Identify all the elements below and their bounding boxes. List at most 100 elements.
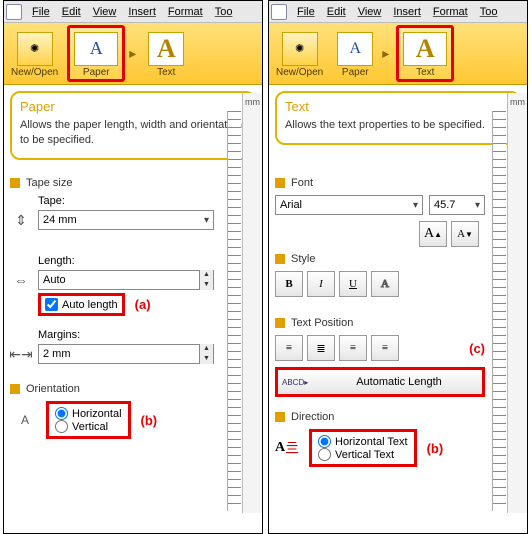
menu-tools-r[interactable]: Too [474, 6, 504, 18]
ribbon-text-r[interactable]: A Text [396, 25, 454, 82]
auto-length-checkbox[interactable] [45, 298, 58, 311]
length-label: Length: [38, 255, 214, 267]
menu-view[interactable]: View [87, 6, 123, 18]
length-spin-buttons[interactable]: ▲▼ [199, 270, 213, 290]
tape-value: 24 mm [43, 214, 77, 226]
tape-dropdown[interactable]: 24 mm [38, 210, 214, 230]
text-info-title: Text [285, 99, 511, 114]
menu-edit-r[interactable]: Edit [321, 6, 352, 18]
menu-file[interactable]: File [26, 6, 56, 18]
ruler [227, 111, 241, 511]
text-icon-r: A [403, 32, 447, 66]
align-left-button[interactable]: ≡ [275, 335, 303, 361]
direction-vertical-label: Vertical Text [335, 449, 394, 461]
font-size-value: 45.7 [434, 199, 455, 211]
automatic-length-icon: ABCD▸ [278, 378, 316, 387]
align-justify-button[interactable]: ≡ [371, 335, 399, 361]
menu-bar: File Edit View Insert Format Too [4, 1, 262, 23]
menu-view-r[interactable]: View [352, 6, 388, 18]
note-a: (a) [135, 297, 151, 312]
direction-hdr: Direction [275, 411, 485, 423]
decrease-font-button[interactable]: A▼ [451, 221, 479, 247]
unit-label: mm [243, 97, 262, 107]
length-icon: ⇔ [10, 272, 32, 288]
ribbon-paper-label: Paper [83, 67, 110, 78]
margins-value: 2 mm [43, 348, 71, 360]
automatic-length-label: Automatic Length [316, 376, 482, 388]
tape-size-hdr: Tape size [10, 177, 214, 189]
orientation-vertical-radio[interactable] [55, 420, 68, 433]
ribbon-newopen-r[interactable]: ✺ New/Open [271, 25, 328, 82]
text-icon: A [148, 32, 184, 66]
paper-info: Paper Allows the paper length, width and… [10, 91, 256, 160]
orientation-hdr: Orientation [10, 383, 214, 395]
font-label: Font [291, 177, 313, 189]
underline-button[interactable]: U [339, 271, 367, 297]
length-value: Auto [43, 274, 66, 286]
orientation-highlight: Horizontal Vertical [46, 401, 131, 439]
direction-highlight: Horizontal Text Vertical Text [309, 429, 417, 467]
text-info-desc: Allows the text properties to be specifi… [285, 118, 511, 133]
ribbon-paper-label-r: Paper [342, 67, 369, 78]
font-hdr: Font [275, 177, 485, 189]
length-spinner[interactable]: Auto ▲▼ [38, 270, 214, 290]
orientation-vertical-label: Vertical [72, 421, 108, 433]
direction-horizontal-label: Horizontal Text [335, 436, 408, 448]
bold-button[interactable]: B [275, 271, 303, 297]
margins-spinner[interactable]: 2 mm ▲▼ [38, 344, 214, 364]
paper-icon: A [74, 32, 118, 66]
paper-icon-r: A [337, 32, 373, 66]
auto-length-label: Auto length [62, 299, 118, 311]
align-right-button[interactable]: ≡ [339, 335, 367, 361]
increase-font-button[interactable]: A▲ [419, 221, 447, 247]
margins-spin-buttons[interactable]: ▲▼ [199, 344, 213, 364]
newopen-icon-r: ✺ [282, 32, 318, 66]
menu-insert-r[interactable]: Insert [387, 6, 427, 18]
ribbon-paper-r[interactable]: A Paper [332, 25, 378, 82]
align-center-button[interactable]: ≣ [307, 335, 335, 361]
menu-bar-r: File Edit View Insert Format Too [269, 1, 527, 23]
style-label: Style [291, 253, 315, 265]
italic-button[interactable]: I [307, 271, 335, 297]
text-info: Text Allows the text properties to be sp… [275, 91, 521, 145]
direction-label: Direction [291, 411, 334, 423]
text-position-hdr: Text Position [275, 317, 485, 329]
unit-gutter-r: mm [507, 93, 527, 513]
tape-label: Tape: [38, 195, 214, 207]
paper-info-title: Paper [20, 99, 246, 114]
ribbon-newopen-label: New/Open [11, 67, 58, 78]
app-icon [6, 4, 22, 20]
font-name-dropdown[interactable]: Arial [275, 195, 423, 215]
automatic-length-button[interactable]: ABCD▸ Automatic Length [275, 367, 485, 397]
ruler-r [492, 111, 506, 511]
unit-gutter: mm [242, 93, 262, 513]
direction-horizontal-radio[interactable] [318, 435, 331, 448]
menu-format-r[interactable]: Format [427, 6, 474, 18]
menu-file-r[interactable]: File [291, 6, 321, 18]
menu-edit[interactable]: Edit [56, 6, 87, 18]
tape-width-icon: ⇕ [10, 212, 32, 229]
outline-button[interactable]: A [371, 271, 399, 297]
app-icon-r [271, 4, 287, 20]
margins-icon: ⇤⇥ [10, 346, 32, 363]
font-size-dropdown[interactable]: 45.7 [429, 195, 485, 215]
menu-tools[interactable]: Too [209, 6, 239, 18]
orientation-horizontal-radio[interactable] [55, 407, 68, 420]
note-b-left: (b) [141, 413, 158, 428]
ribbon-paper[interactable]: A Paper [67, 25, 125, 82]
style-hdr: Style [275, 253, 485, 265]
orientation-icon: A [14, 413, 36, 427]
ribbon-arrow-icon: ▸ [127, 45, 141, 62]
ribbon-text-label-r: Text [416, 67, 434, 78]
ribbon-text[interactable]: A Text [143, 25, 189, 82]
menu-insert[interactable]: Insert [122, 6, 162, 18]
tape-size-label: Tape size [26, 177, 72, 189]
ribbon-newopen-label-r: New/Open [276, 67, 323, 78]
font-name-value: Arial [280, 199, 302, 211]
newopen-icon: ✺ [17, 32, 53, 66]
note-c: (c) [469, 341, 485, 356]
ribbon-newopen[interactable]: ✺ New/Open [6, 25, 63, 82]
direction-vertical-radio[interactable] [318, 448, 331, 461]
menu-format[interactable]: Format [162, 6, 209, 18]
direction-icon: A亖 [275, 438, 299, 458]
